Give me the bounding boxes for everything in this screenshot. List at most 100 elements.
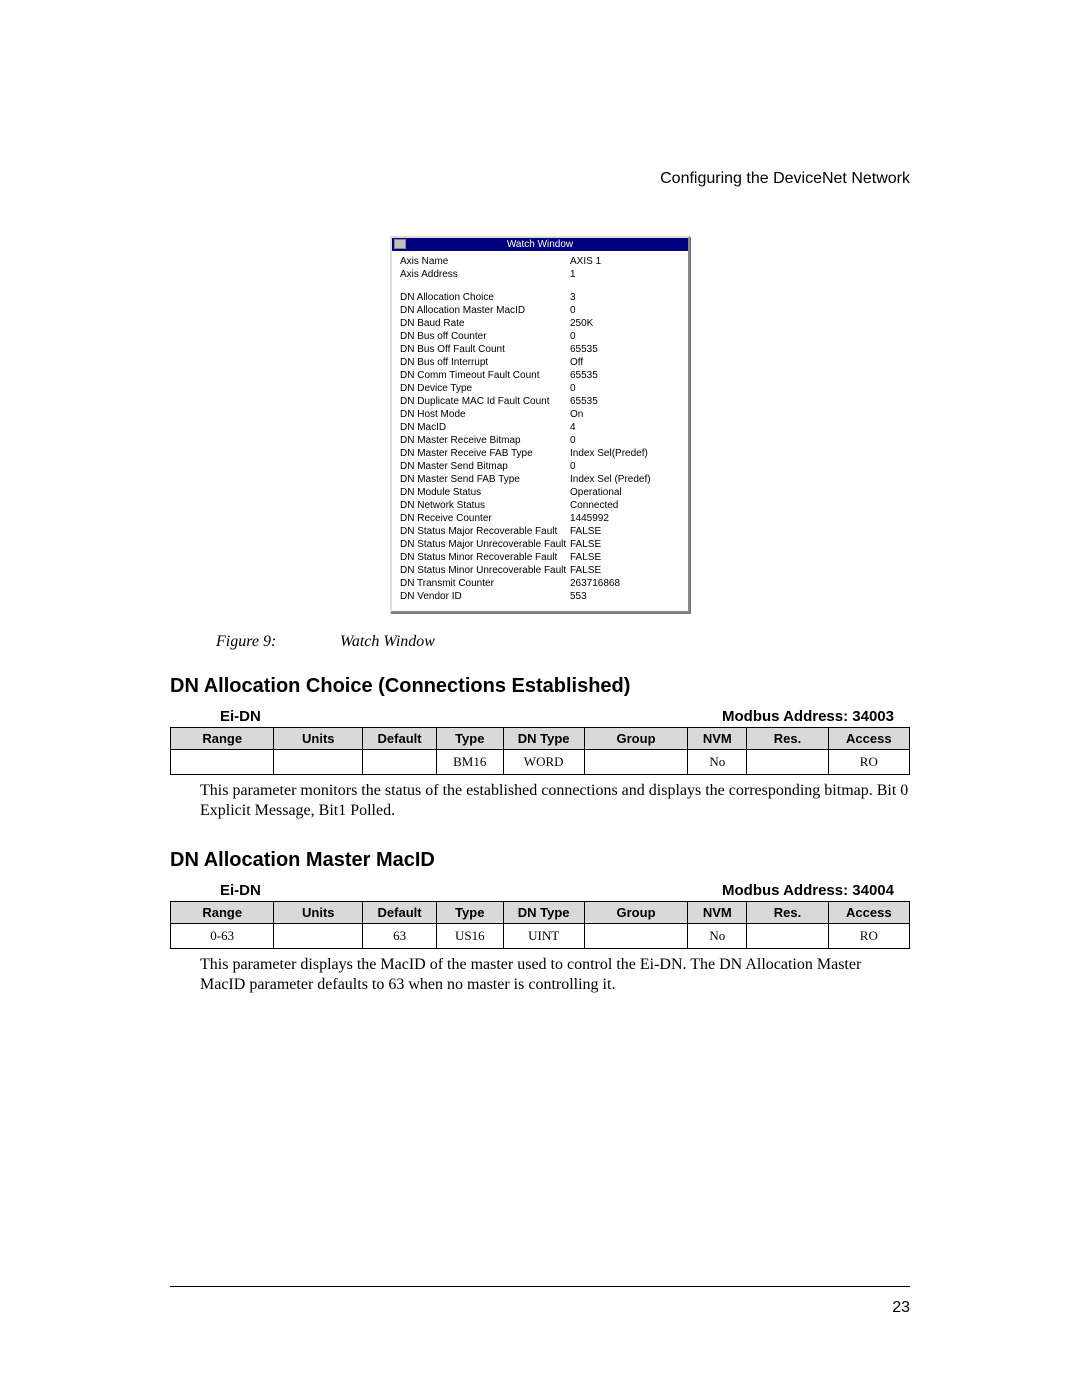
watch-value: Connected <box>570 499 680 512</box>
watch-row: DN Status Major Recoverable FaultFALSE <box>400 525 680 538</box>
table-cell <box>274 750 363 775</box>
watch-label: DN Master Send Bitmap <box>400 460 570 473</box>
watch-row: DN Status Major Unrecoverable FaultFALSE <box>400 538 680 551</box>
watch-label: DN Device Type <box>400 382 570 395</box>
table-cell: US16 <box>437 924 504 949</box>
watch-row: DN Master Send FAB TypeIndex Sel (Predef… <box>400 473 680 486</box>
watch-value: Off <box>570 356 680 369</box>
watch-label: DN Receive Counter <box>400 512 570 525</box>
watch-row: DN Bus off InterruptOff <box>400 356 680 369</box>
table-cell <box>747 924 828 949</box>
watch-row: Axis NameAXIS 1 <box>400 255 680 268</box>
watch-value: On <box>570 408 680 421</box>
watch-window-title: Watch Window <box>507 239 573 250</box>
watch-value: 0 <box>570 434 680 447</box>
table-header: Default <box>363 728 437 750</box>
table-header: NVM <box>688 728 747 750</box>
watch-row: DN Device Type0 <box>400 382 680 395</box>
watch-label: DN Host Mode <box>400 408 570 421</box>
figure-caption: Figure 9: Watch Window <box>216 633 910 651</box>
table-header: NVM <box>688 902 747 924</box>
figure-number: Figure 9: <box>216 633 336 651</box>
watch-label: DN Allocation Choice <box>400 291 570 304</box>
watch-label: DN Status Minor Recoverable Fault <box>400 551 570 564</box>
watch-row: DN Baud Rate250K <box>400 317 680 330</box>
table-cell <box>363 750 437 775</box>
watch-label: DN Baud Rate <box>400 317 570 330</box>
watch-row: DN Module StatusOperational <box>400 486 680 499</box>
system-menu-icon <box>394 239 406 249</box>
watch-label: Axis Name <box>400 255 570 268</box>
section1-subhead: Ei-DN Modbus Address: 34003 <box>170 708 910 727</box>
watch-label: DN MacID <box>400 421 570 434</box>
table-cell: RO <box>828 924 909 949</box>
watch-value: FALSE <box>570 551 680 564</box>
watch-row: DN Allocation Master MacID0 <box>400 304 680 317</box>
table-cell: UINT <box>503 924 584 949</box>
watch-label: DN Bus off Counter <box>400 330 570 343</box>
table-cell <box>274 924 363 949</box>
watch-value: 4 <box>570 421 680 434</box>
footer-rule <box>170 1286 910 1287</box>
table-header: Units <box>274 728 363 750</box>
watch-value: Index Sel(Predef) <box>570 447 680 460</box>
table-cell <box>747 750 828 775</box>
watch-label: Axis Address <box>400 268 570 281</box>
table-header: Group <box>584 728 687 750</box>
table-header: Group <box>584 902 687 924</box>
watch-value: 65535 <box>570 343 680 356</box>
watch-label: DN Transmit Counter <box>400 577 570 590</box>
section2-eidn: Ei-DN <box>220 882 261 899</box>
watch-row: DN Master Send Bitmap0 <box>400 460 680 473</box>
table-header: Range <box>171 902 274 924</box>
watch-label: DN Master Receive FAB Type <box>400 447 570 460</box>
section2-desc: This parameter displays the MacID of the… <box>200 955 910 995</box>
watch-label: DN Network Status <box>400 499 570 512</box>
watch-value: 263716868 <box>570 577 680 590</box>
watch-label: DN Duplicate MAC Id Fault Count <box>400 395 570 408</box>
watch-window-body: Axis NameAXIS 1Axis Address1 DN Allocati… <box>392 251 688 611</box>
table-header: Access <box>828 902 909 924</box>
watch-label: DN Status Major Recoverable Fault <box>400 525 570 538</box>
table-header: DN Type <box>503 902 584 924</box>
table-header: Units <box>274 902 363 924</box>
section2-modbus: Modbus Address: 34004 <box>722 882 894 899</box>
watch-row: DN Master Receive FAB TypeIndex Sel(Pred… <box>400 447 680 460</box>
watch-value: 3 <box>570 291 680 304</box>
watch-value: 65535 <box>570 395 680 408</box>
watch-label: DN Bus off Interrupt <box>400 356 570 369</box>
table-cell: WORD <box>503 750 584 775</box>
watch-value: FALSE <box>570 538 680 551</box>
table-header: Type <box>437 902 504 924</box>
watch-value: 250K <box>570 317 680 330</box>
table-cell: BM16 <box>437 750 504 775</box>
watch-value: 65535 <box>570 369 680 382</box>
watch-row: DN MacID4 <box>400 421 680 434</box>
watch-label: DN Master Receive Bitmap <box>400 434 570 447</box>
watch-value: AXIS 1 <box>570 255 680 268</box>
watch-label: DN Module Status <box>400 486 570 499</box>
section2-subhead: Ei-DN Modbus Address: 34004 <box>170 882 910 901</box>
watch-row: DN Master Receive Bitmap0 <box>400 434 680 447</box>
section1-modbus: Modbus Address: 34003 <box>722 708 894 725</box>
section1-eidn: Ei-DN <box>220 708 261 725</box>
table-header: Res. <box>747 902 828 924</box>
table-header: Default <box>363 902 437 924</box>
table-cell: RO <box>828 750 909 775</box>
watch-value: FALSE <box>570 525 680 538</box>
section1-desc: This parameter monitors the status of th… <box>200 781 910 821</box>
watch-value: 553 <box>570 590 680 603</box>
watch-value: Operational <box>570 486 680 499</box>
section2-title: DN Allocation Master MacID <box>170 849 910 872</box>
watch-row: DN Host ModeOn <box>400 408 680 421</box>
section1-table: RangeUnitsDefaultTypeDN TypeGroupNVMRes.… <box>170 727 910 775</box>
table-cell <box>584 750 687 775</box>
table-cell: No <box>688 750 747 775</box>
watch-window-titlebar: Watch Window <box>392 238 688 251</box>
table-cell: No <box>688 924 747 949</box>
watch-row: DN Bus off Counter0 <box>400 330 680 343</box>
watch-row: DN Duplicate MAC Id Fault Count65535 <box>400 395 680 408</box>
watch-row: DN Status Minor Unrecoverable FaultFALSE <box>400 564 680 577</box>
watch-label: DN Status Minor Unrecoverable Fault <box>400 564 570 577</box>
table-header: DN Type <box>503 728 584 750</box>
